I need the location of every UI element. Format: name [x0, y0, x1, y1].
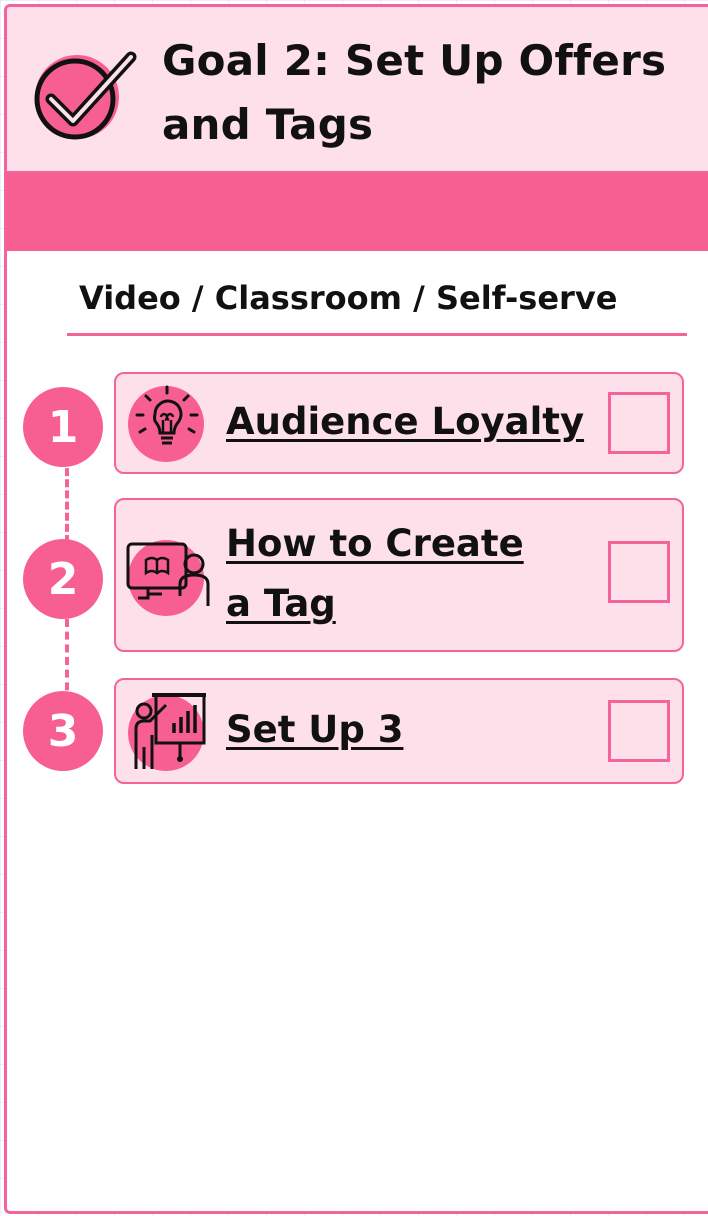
how-to-create-tag-line-1[interactable]: How to Create	[226, 516, 524, 572]
format-subtitle: Video / Classroom / Self-serve	[79, 279, 618, 317]
step-number-3: 3	[23, 691, 103, 771]
step-number-1: 1	[23, 387, 103, 467]
task-set-up-3: Set Up 3	[114, 678, 684, 784]
header-band	[7, 173, 708, 251]
online-lesson-icon	[126, 540, 210, 616]
step-number-2: 2	[23, 539, 103, 619]
subtitle-divider	[67, 333, 687, 336]
audience-loyalty-link[interactable]: Audience Loyalty	[226, 394, 584, 450]
set-up-3-checkbox[interactable]	[608, 700, 670, 762]
set-up-3-link[interactable]: Set Up 3	[226, 702, 403, 758]
presenter-chart-icon	[128, 693, 206, 771]
how-to-create-tag-line-2[interactable]: a Tag	[226, 576, 524, 632]
check-circle-icon	[34, 51, 137, 140]
goal-card: Goal 2: Set Up Offers and Tags Video / C…	[4, 4, 708, 1214]
task-how-to-create-a-tag: How to Create a Tag	[114, 498, 684, 652]
task-audience-loyalty: Audience Loyalty	[114, 372, 684, 474]
audience-loyalty-checkbox[interactable]	[608, 392, 670, 454]
title-line-1: Goal 2: Set Up Offers	[162, 36, 667, 85]
how-to-create-tag-link[interactable]: How to Create a Tag	[226, 516, 524, 632]
page-title: Goal 2: Set Up Offers and Tags	[162, 29, 708, 157]
step-connector-1-2	[65, 457, 69, 543]
how-to-create-tag-checkbox[interactable]	[608, 541, 670, 603]
goal-header: Goal 2: Set Up Offers and Tags	[7, 7, 708, 173]
lightbulb-icon	[128, 385, 204, 462]
title-line-2: and Tags	[162, 100, 374, 149]
